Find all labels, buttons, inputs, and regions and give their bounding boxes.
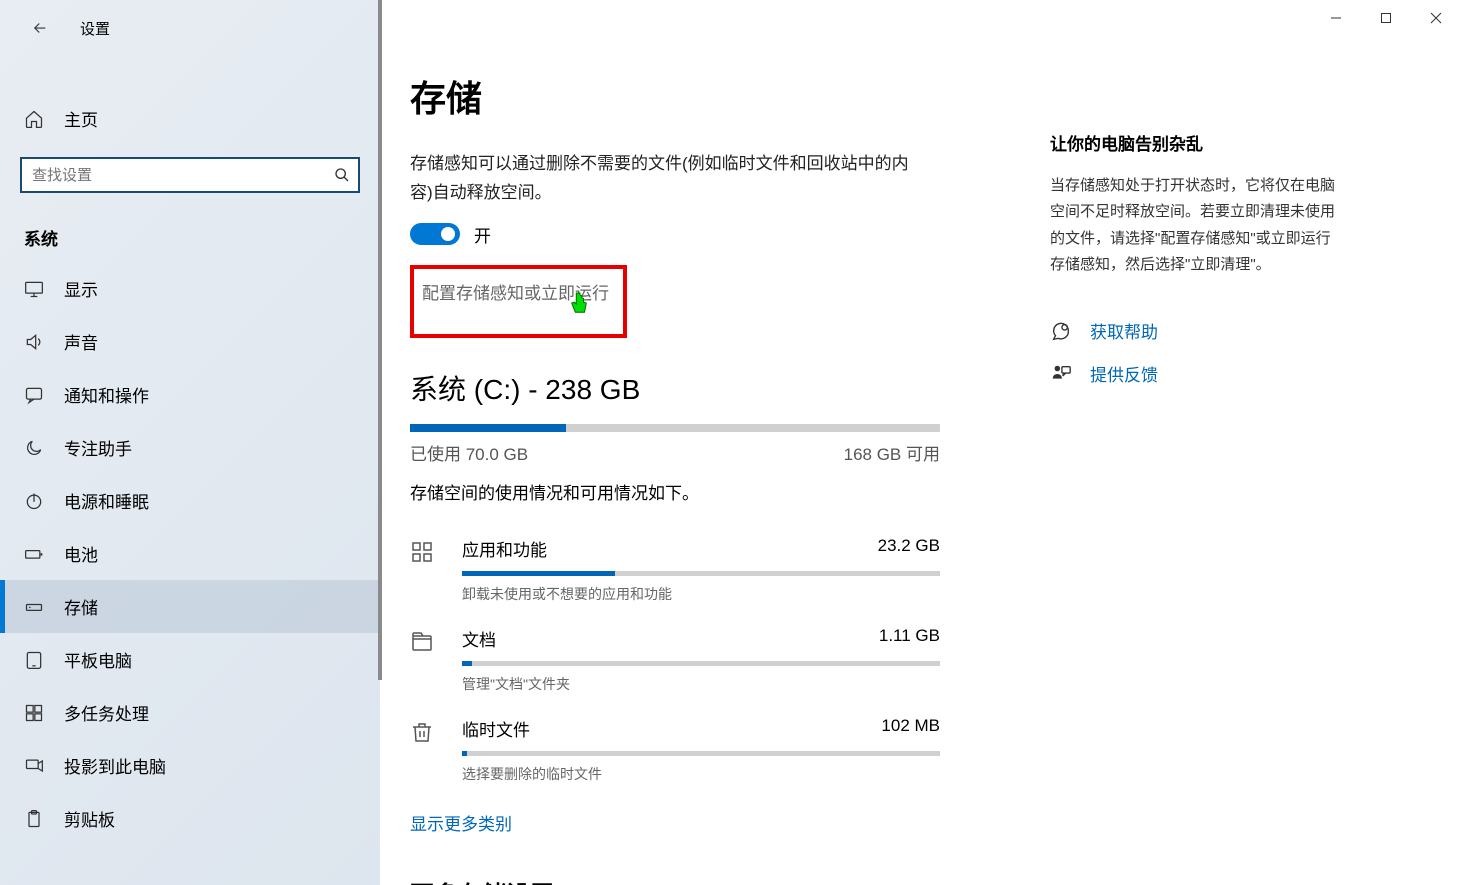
right-panel-title: 让你的电脑告别杂乱: [1050, 130, 1340, 155]
monitor-icon: [24, 279, 44, 299]
category-size: 23.2 GB: [878, 536, 940, 561]
category-subtitle: 卸载未使用或不想要的应用和功能: [462, 584, 940, 604]
sidebar-item-label: 剪贴板: [64, 806, 115, 831]
help-icon: [1050, 320, 1072, 342]
battery-icon: [24, 544, 44, 564]
sidebar-item-label: 通知和操作: [64, 382, 149, 407]
page-title: 存储: [410, 70, 1020, 122]
moon-icon: [24, 438, 44, 458]
category-size: 102 MB: [881, 716, 940, 741]
get-help-link[interactable]: 获取帮助: [1050, 318, 1340, 343]
category-name: 临时文件: [462, 716, 530, 741]
storage-sense-toggle[interactable]: [410, 223, 460, 245]
drive-title: 系统 (C:) - 238 GB: [410, 368, 1020, 408]
speaker-icon: [24, 332, 44, 352]
home-nav[interactable]: 主页: [0, 92, 380, 145]
sidebar-item-moon[interactable]: 专注助手: [0, 421, 380, 474]
home-label: 主页: [64, 106, 98, 131]
minimize-button[interactable]: [1311, 0, 1361, 36]
titlebar: 设置: [0, 0, 380, 56]
drive-description: 存储空间的使用情况和可用情况如下。: [410, 479, 1020, 504]
project-icon: [24, 756, 44, 776]
folder-icon: [410, 630, 436, 654]
apps-icon: [410, 540, 436, 564]
tablet-icon: [24, 650, 44, 670]
more-storage-settings-heading: 更多存储设置: [410, 875, 1020, 885]
storage-category-folder[interactable]: 文档 1.11 GB 管理"文档"文件夹: [410, 618, 940, 708]
sidebar-item-label: 专注助手: [64, 435, 132, 460]
power-icon: [24, 491, 44, 511]
category-bar: [462, 571, 940, 576]
sidebar-item-clipboard[interactable]: 剪贴板: [0, 792, 380, 845]
sidebar-item-label: 存储: [64, 594, 98, 619]
section-label: 系统: [0, 205, 380, 262]
sidebar-item-label: 显示: [64, 276, 98, 301]
storage-icon: [24, 597, 44, 617]
feedback-icon: [1050, 363, 1072, 385]
sidebar-item-power[interactable]: 电源和睡眠: [0, 474, 380, 527]
sidebar-item-multitask[interactable]: 多任务处理: [0, 686, 380, 739]
toggle-label: 开: [474, 222, 491, 247]
scrollbar[interactable]: [378, 0, 382, 680]
highlighted-config-link: 配置存储感知或立即运行: [410, 265, 627, 338]
sidebar-item-speaker[interactable]: 声音: [0, 315, 380, 368]
close-button[interactable]: [1411, 0, 1461, 36]
sidebar-item-label: 投影到此电脑: [64, 753, 166, 778]
app-title: 设置: [80, 18, 110, 39]
category-subtitle: 选择要删除的临时文件: [462, 764, 940, 784]
clipboard-icon: [24, 809, 44, 829]
sidebar-item-label: 平板电脑: [64, 647, 132, 672]
right-panel: 让你的电脑告别杂乱 当存储感知处于打开状态时，它将仅在电脑空间不足时释放空间。若…: [1020, 10, 1340, 885]
category-bar: [462, 751, 940, 756]
give-feedback-label: 提供反馈: [1090, 361, 1158, 386]
storage-sense-description: 存储感知可以通过删除不需要的文件(例如临时文件和回收站中的内容)自动释放空间。: [410, 150, 930, 208]
drive-free-label: 168 GB 可用: [844, 440, 940, 465]
category-bar: [462, 661, 940, 666]
trash-icon: [410, 720, 436, 744]
main: 存储 存储感知可以通过删除不需要的文件(例如临时文件和回收站中的内容)自动释放空…: [380, 0, 1461, 885]
sidebar-item-chat[interactable]: 通知和操作: [0, 368, 380, 421]
back-button[interactable]: [24, 12, 56, 44]
drive-used-label: 已使用 70.0 GB: [410, 440, 528, 465]
sidebar-item-storage[interactable]: 存储: [0, 580, 380, 633]
home-icon: [24, 109, 44, 129]
sidebar: 设置 主页 系统 显示声音通知和操作专注助手电源和睡眠电池存储平板电脑多任务处理…: [0, 0, 380, 885]
sidebar-item-label: 多任务处理: [64, 700, 149, 725]
sidebar-item-tablet[interactable]: 平板电脑: [0, 633, 380, 686]
show-more-categories-link[interactable]: 显示更多类别: [410, 810, 512, 835]
chat-icon: [24, 385, 44, 405]
sidebar-item-label: 声音: [64, 329, 98, 354]
category-subtitle: 管理"文档"文件夹: [462, 674, 940, 694]
sidebar-item-label: 电池: [64, 541, 98, 566]
search-icon: [334, 167, 350, 183]
category-size: 1.11 GB: [879, 626, 940, 651]
sidebar-item-battery[interactable]: 电池: [0, 527, 380, 580]
drive-usage-bar: [410, 424, 940, 432]
sidebar-item-label: 电源和睡眠: [64, 488, 149, 513]
sidebar-item-monitor[interactable]: 显示: [0, 262, 380, 315]
cursor-pointer-icon: [568, 291, 590, 317]
sidebar-item-project[interactable]: 投影到此电脑: [0, 739, 380, 792]
storage-category-apps[interactable]: 应用和功能 23.2 GB 卸载未使用或不想要的应用和功能: [410, 528, 940, 618]
storage-category-trash[interactable]: 临时文件 102 MB 选择要删除的临时文件: [410, 708, 940, 798]
right-panel-body: 当存储感知处于打开状态时，它将仅在电脑空间不足时释放空间。若要立即清理未使用的文…: [1050, 173, 1340, 278]
window-controls: [1311, 0, 1461, 36]
maximize-button[interactable]: [1361, 0, 1411, 36]
search-input[interactable]: [20, 157, 360, 193]
category-name: 文档: [462, 626, 496, 651]
give-feedback-link[interactable]: 提供反馈: [1050, 361, 1340, 386]
get-help-label: 获取帮助: [1090, 318, 1158, 343]
multitask-icon: [24, 703, 44, 723]
category-name: 应用和功能: [462, 536, 547, 561]
